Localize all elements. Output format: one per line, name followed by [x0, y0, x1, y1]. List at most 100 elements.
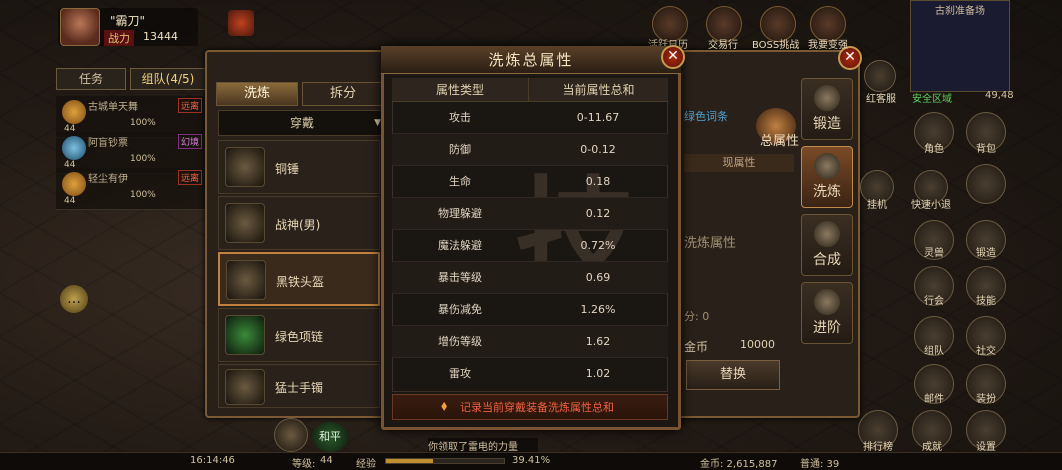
equipment-item[interactable]: 铜锤 [218, 140, 380, 194]
attr-type: 暴伤减免 [438, 303, 482, 316]
attr-type: 增伤等级 [438, 335, 482, 348]
member-name: 轻尘有伊 [88, 174, 128, 185]
auto-battle-label: 挂机 [867, 200, 887, 211]
achievement-label: 成就 [922, 442, 942, 453]
member-status-badge: 远离 [178, 98, 203, 113]
swap-button[interactable]: 替换 [686, 360, 780, 390]
equipment-item[interactable]: 绿色项链 [218, 308, 380, 362]
equipment-item[interactable]: 战神(男) [218, 196, 380, 250]
tab-team[interactable]: 组队(4/5) [130, 68, 206, 90]
armor-icon [225, 203, 265, 243]
member-class-icon [62, 100, 86, 124]
mount-icon[interactable] [274, 418, 308, 452]
info-icon: ⬧ [441, 398, 448, 414]
crossed-swords-icon[interactable] [966, 164, 1006, 204]
forge-label: 锻造 [813, 116, 841, 132]
exp-bar [385, 458, 505, 464]
table-row: 增伤等级 1.62 [392, 326, 668, 358]
safe-zone-label: 安全区域 [912, 94, 952, 105]
gold-label: 金币 [684, 340, 709, 354]
attr-value: 0.69 [585, 271, 611, 284]
channel-label: 普通: 39 [800, 459, 840, 470]
member-name: 阿盲钞票 [88, 138, 128, 149]
item-name: 猛士手镯 [275, 381, 324, 395]
mail-label: 邮件 [924, 394, 944, 405]
combine-label: 合成 [813, 252, 841, 268]
tab-quest[interactable]: 任务 [56, 68, 126, 90]
gold-total: 金币: 2,615,887 [700, 459, 778, 470]
pk-mode-button[interactable]: 和平 [312, 422, 348, 452]
item-name: 黑铁头盔 [276, 275, 325, 289]
forge-button[interactable]: 锻造 [801, 78, 853, 140]
spirit-label: 灵兽 [924, 248, 944, 259]
attr-type: 雷攻 [449, 367, 471, 380]
attr-type: 防御 [449, 143, 471, 156]
combine-button[interactable]: 合成 [801, 214, 853, 276]
table-row: 暴击等级 0.69 [392, 262, 668, 294]
member-name: 古城单天舞 [88, 102, 138, 113]
outfit-label: 装扮 [976, 394, 996, 405]
attr-value: 0.18 [585, 175, 611, 188]
attr-type: 生命 [449, 175, 471, 188]
wash-button[interactable]: 洗炼 [801, 146, 853, 208]
helmet-icon [226, 260, 266, 300]
forge-hud-label: 锻造 [976, 248, 996, 259]
points-label: 分: 0 [684, 310, 710, 323]
player-avatar[interactable] [60, 8, 100, 46]
tab-wash[interactable]: 洗炼 [216, 82, 298, 106]
item-name: 铜锤 [275, 162, 300, 176]
star-icon [814, 153, 840, 179]
chat-icon[interactable]: … [60, 285, 88, 313]
gold-value: 10000 [740, 338, 775, 351]
wash-attr-header: 洗炼属性 [684, 236, 737, 251]
ranking-label: 排行榜 [863, 442, 893, 453]
exp-bar-fill [386, 459, 433, 463]
hammer-icon [225, 147, 265, 187]
social-label: 社交 [976, 346, 996, 357]
necklace-icon [225, 315, 265, 355]
level-value: 44 [320, 455, 333, 466]
service-icon[interactable] [864, 60, 896, 92]
settings-label: 设置 [976, 442, 996, 453]
character-label: 角色 [924, 144, 944, 155]
equipment-item-selected[interactable]: 黑铁头盔 [218, 252, 380, 306]
exp-label: 经验 [356, 459, 376, 470]
attr-value: 1.62 [585, 335, 611, 348]
flame-icon [814, 289, 840, 315]
anvil-icon [814, 85, 840, 111]
attr-value: 1.26% [580, 303, 616, 316]
attr-type: 暴击等级 [438, 271, 482, 284]
boss-label: BOSS挑战 [752, 40, 800, 51]
advance-button[interactable]: 进阶 [801, 282, 853, 344]
attr-type: 魔法躲避 [438, 239, 482, 252]
advance-label: 进阶 [813, 320, 841, 336]
table-row: 生命 0.18 [392, 166, 668, 198]
filter-dropdown[interactable]: 穿戴 ▼ [218, 110, 386, 136]
attr-value: 0.12 [585, 207, 611, 220]
skill-label: 技能 [976, 296, 996, 307]
dialog-title: 洗炼总属性 [381, 46, 681, 74]
quick-logout-label: 快速小退 [911, 200, 951, 211]
power-value: 13444 [143, 30, 178, 43]
dialog-close-icon[interactable]: ✕ [661, 45, 685, 69]
attr-value: 0.72% [580, 239, 616, 252]
total-attr-label[interactable]: 总属性 [760, 130, 799, 149]
attr-type: 物理躲避 [438, 207, 482, 220]
tab-split[interactable]: 拆分 [302, 82, 384, 106]
team-member-row[interactable]: 轻尘有伊 远离 44 100% [56, 168, 206, 210]
equipment-item[interactable]: 猛士手镯 [218, 364, 380, 408]
table-row: 攻击 0-11.67 [392, 102, 668, 134]
filter-value: 穿戴 [289, 116, 314, 130]
system-message: 你领取了雷电的力量 [428, 438, 538, 453]
col-header-type: 属性类型 [392, 78, 528, 102]
table-row: 物理躲避 0.12 [392, 198, 668, 230]
current-attr-header: 现属性 [684, 154, 794, 172]
item-name: 战神(男) [275, 218, 321, 232]
attr-type: 攻击 [449, 111, 471, 124]
table-row: 雷攻 1.02 [392, 358, 668, 390]
swirl-icon [814, 221, 840, 247]
guild-emblem-icon[interactable] [228, 10, 254, 36]
power-up-label: 我要变强 [808, 40, 848, 51]
exp-percent: 39.41% [512, 455, 551, 466]
coordinates: 49,48 [985, 90, 1014, 101]
